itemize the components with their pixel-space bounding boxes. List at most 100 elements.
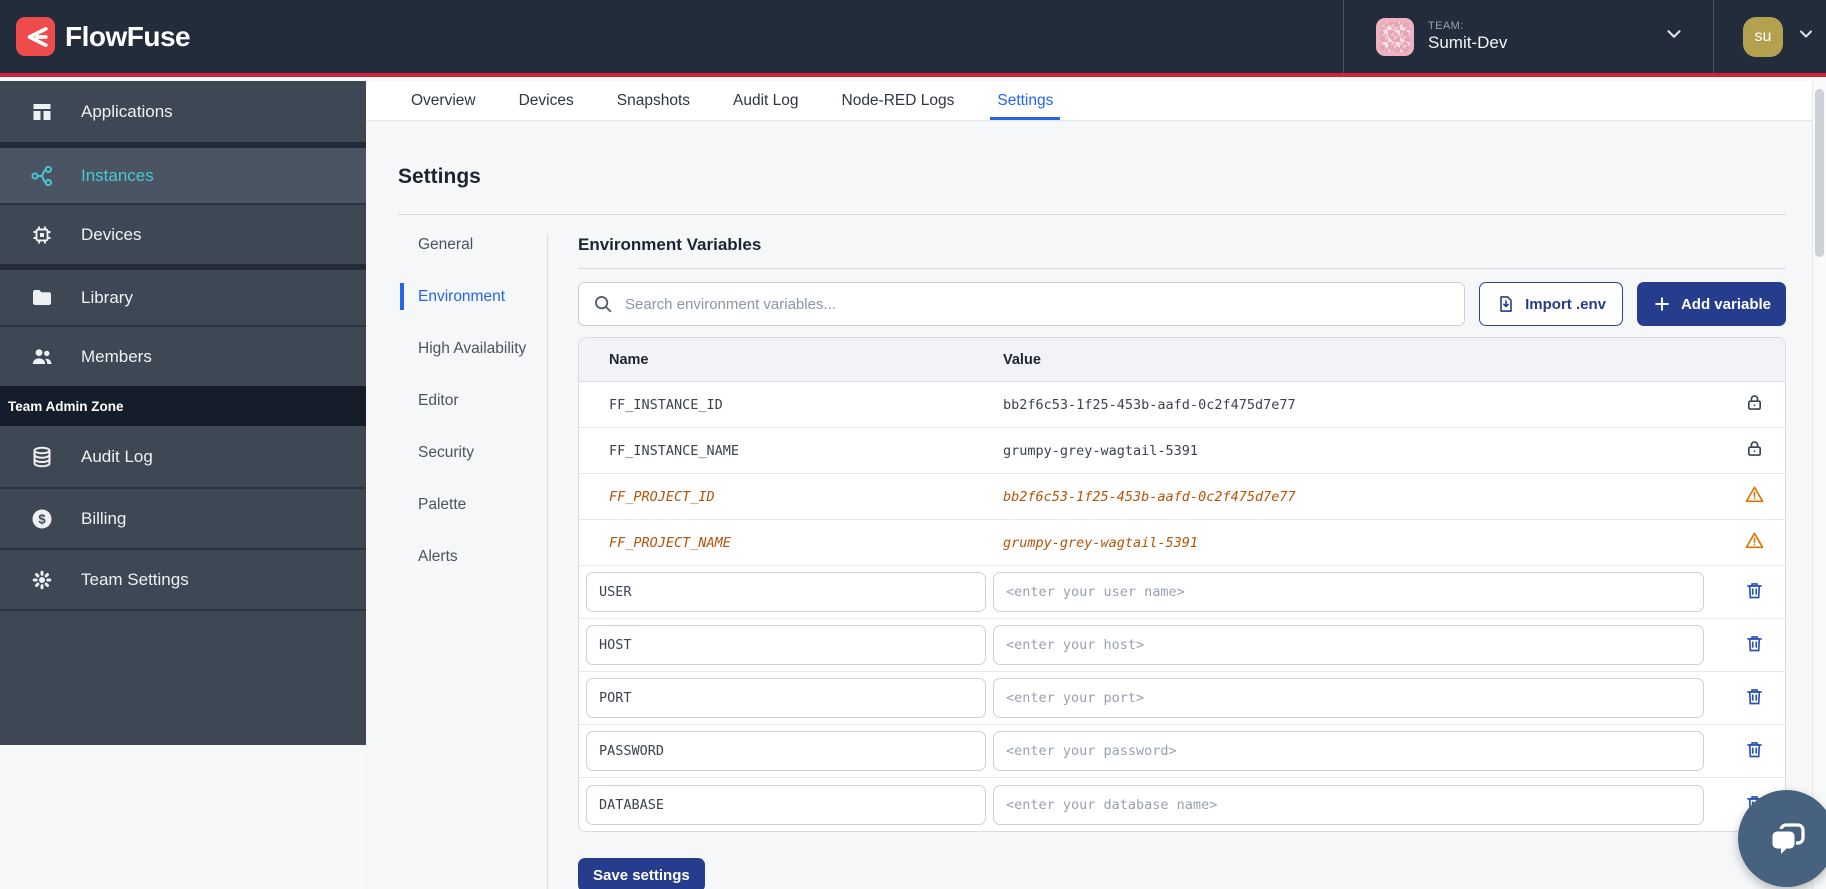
environment-panel: Environment Variables Import .env [578, 234, 1786, 889]
tab-audit-log[interactable]: Audit Log [733, 81, 799, 120]
sidebar-filler [0, 609, 366, 745]
subnav-item-editor[interactable]: Editor [418, 390, 534, 411]
env-variables-table: Name Value FF_INSTANCE_IDbb2f6c53-1f25-4… [578, 337, 1786, 832]
env-var-name: FF_PROJECT_NAME [579, 535, 1003, 551]
subnav-item-general[interactable]: General [418, 234, 534, 255]
tab-node-red-logs[interactable]: Node-RED Logs [842, 81, 955, 120]
env-var-name-input[interactable] [586, 731, 986, 771]
env-var-name-input[interactable] [586, 572, 986, 612]
search-icon [592, 293, 614, 320]
env-var-row-database [579, 778, 1785, 831]
tab-devices[interactable]: Devices [519, 81, 574, 120]
search-input[interactable] [578, 282, 1465, 326]
env-toolbar: Import .env Add variable [578, 282, 1786, 326]
sidebar-item-members[interactable]: Members [0, 325, 366, 386]
env-var-row-ff-instance-name: FF_INSTANCE_NAMEgrumpy-grey-wagtail-5391 [579, 428, 1785, 474]
import-icon [1496, 294, 1516, 314]
sidebar-item-team-settings[interactable]: Team Settings [0, 548, 366, 609]
env-var-name: FF_PROJECT_ID [579, 489, 1003, 505]
subnav-item-security[interactable]: Security [418, 442, 534, 463]
import-env-button[interactable]: Import .env [1479, 282, 1623, 326]
env-var-row-password [579, 725, 1785, 778]
plus-icon [1652, 294, 1672, 314]
sidebar: Applications Instances Devices Library Membe… [0, 81, 366, 745]
library-icon [30, 286, 54, 310]
page-scrollbar[interactable] [1812, 81, 1826, 889]
instances-icon [30, 164, 54, 188]
delete-variable-button[interactable] [1742, 684, 1767, 712]
scrollbar-thumb[interactable] [1815, 89, 1824, 257]
delete-variable-button[interactable] [1742, 578, 1767, 606]
sidebar-item-audit-log[interactable]: Audit Log [0, 426, 366, 487]
sidebar-item-label: Billing [81, 509, 126, 529]
sidebar-item-applications[interactable]: Applications [0, 81, 366, 142]
lock-icon [1744, 438, 1765, 464]
sidebar-item-label: Team Settings [81, 570, 189, 590]
import-env-label: Import .env [1525, 296, 1606, 313]
env-var-name: FF_INSTANCE_NAME [579, 443, 1003, 459]
env-var-value: grumpy-grey-wagtail-5391 [1003, 535, 1723, 551]
save-settings-button[interactable]: Save settings [578, 858, 705, 889]
column-header-value: Value [1003, 352, 1723, 368]
chat-widget-button[interactable] [1738, 790, 1826, 887]
sidebar-item-label: Audit Log [81, 447, 153, 467]
members-icon [30, 345, 54, 369]
env-var-row-ff-project-name: FF_PROJECT_NAMEgrumpy-grey-wagtail-5391 [579, 520, 1785, 566]
env-var-name-input[interactable] [586, 785, 986, 825]
subnav-item-palette[interactable]: Palette [418, 494, 534, 515]
sidebar-item-label: Library [81, 288, 133, 308]
env-var-name-input[interactable] [586, 625, 986, 665]
sidebar-item-billing[interactable]: $ Billing [0, 487, 366, 548]
env-var-value-input[interactable] [993, 731, 1704, 771]
panel-title: Environment Variables [578, 235, 1786, 255]
column-header-name: Name [579, 352, 1003, 368]
user-avatar[interactable]: su [1743, 17, 1783, 57]
settings-subnav: General Environment High Availability Edito… [418, 234, 534, 889]
team-avatar [1376, 18, 1414, 56]
applications-icon [30, 100, 54, 124]
add-variable-button[interactable]: Add variable [1637, 282, 1786, 326]
sidebar-item-label: Applications [81, 102, 173, 122]
env-var-name: FF_INSTANCE_ID [579, 397, 1003, 413]
env-var-name-input[interactable] [586, 678, 986, 718]
env-var-value-input[interactable] [993, 625, 1704, 665]
user-menu[interactable]: su [1713, 0, 1826, 73]
delete-variable-button[interactable] [1742, 631, 1767, 659]
sidebar-item-instances[interactable]: Instances [0, 142, 366, 203]
sidebar-item-library[interactable]: Library [0, 264, 366, 325]
delete-variable-button[interactable] [1742, 737, 1767, 765]
instance-tabbar: Overview Devices Snapshots Audit Log Node-RE… [366, 81, 1812, 121]
tab-settings[interactable]: Settings [997, 81, 1053, 120]
team-settings-icon [30, 568, 54, 592]
subnav-item-environment[interactable]: Environment [418, 286, 534, 307]
app-header: FlowFuse TEAM: Sumit-Dev su [0, 0, 1826, 77]
env-var-row-user [579, 566, 1785, 619]
panel-divider [578, 268, 1786, 269]
page-title: Settings [398, 165, 1786, 189]
chevron-down-icon[interactable] [1796, 24, 1816, 49]
table-header: Name Value [579, 338, 1785, 382]
sidebar-item-label: Instances [81, 166, 154, 186]
subnav-item-alerts[interactable]: Alerts [418, 546, 534, 567]
subnav-divider [547, 234, 548, 889]
team-selector[interactable]: TEAM: Sumit-Dev [1343, 0, 1713, 73]
env-var-value-input[interactable] [993, 678, 1704, 718]
tab-snapshots[interactable]: Snapshots [617, 81, 690, 120]
env-var-value: grumpy-grey-wagtail-5391 [1003, 443, 1723, 459]
tab-overview[interactable]: Overview [411, 81, 476, 120]
subnav-item-high-availability[interactable]: High Availability [418, 338, 534, 359]
flowfuse-logo[interactable]: FlowFuse [16, 17, 190, 56]
sidebar-item-devices[interactable]: Devices [0, 203, 366, 264]
add-variable-label: Add variable [1681, 296, 1771, 313]
flowfuse-logo-icon [16, 17, 55, 56]
lock-icon [1744, 392, 1765, 418]
chevron-down-icon[interactable] [1663, 23, 1685, 50]
env-var-value-input[interactable] [993, 785, 1704, 825]
warning-icon [1744, 484, 1765, 510]
trash-icon [1744, 739, 1765, 763]
billing-icon: $ [30, 507, 54, 531]
devices-icon [30, 223, 54, 247]
sidebar-item-label: Devices [81, 225, 141, 245]
chat-icon [1763, 815, 1811, 863]
env-var-value-input[interactable] [993, 572, 1704, 612]
